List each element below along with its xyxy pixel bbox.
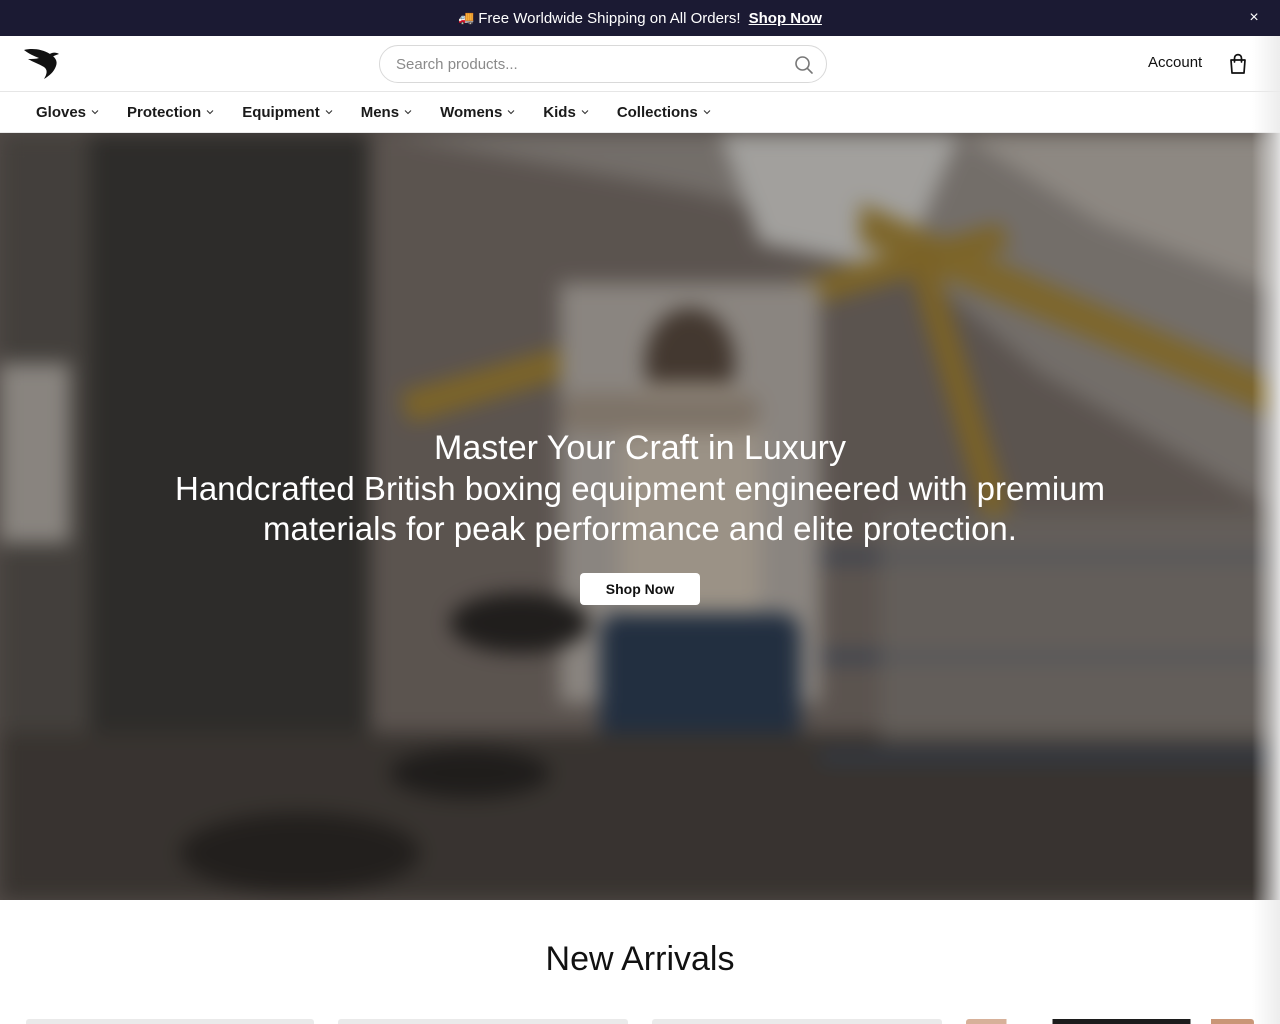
hero-shop-now-button[interactable]: Shop Now: [580, 573, 700, 605]
hero-subtitle: Handcrafted British boxing equipment eng…: [174, 470, 1105, 547]
product-card[interactable]: [338, 1019, 628, 1024]
nav-item-label: Equipment: [242, 103, 320, 121]
search-bar: [379, 45, 827, 83]
hero-title: Master Your Craft in Luxury: [434, 429, 846, 467]
shopping-bag-icon[interactable]: [1228, 53, 1248, 75]
nav-item-label: Collections: [616, 103, 698, 121]
product-card[interactable]: [652, 1019, 942, 1024]
chevron-down-icon: [507, 110, 515, 115]
nav-item-label: Gloves: [36, 103, 87, 121]
nav-item-kids[interactable]: Kids: [543, 104, 589, 121]
product-card[interactable]: [26, 1019, 314, 1024]
nav-item-womens[interactable]: Womens: [440, 104, 515, 121]
bird-logo-icon[interactable]: [22, 46, 60, 82]
nav-item-protection[interactable]: Protection: [127, 104, 214, 121]
account-link[interactable]: Account: [1148, 54, 1202, 71]
chevron-down-icon: [206, 110, 214, 115]
announcement-shop-now-link[interactable]: Shop Now: [749, 10, 822, 27]
truck-icon: 🚚: [458, 10, 475, 25]
nav-item-collections[interactable]: Collections: [617, 104, 711, 121]
nav-item-label: Protection: [127, 103, 202, 121]
nav-item-gloves[interactable]: Gloves: [36, 104, 99, 121]
search-icon[interactable]: [794, 55, 814, 75]
announcement-text: Free Worldwide Shipping on All Orders!: [478, 9, 741, 27]
nav-item-label: Womens: [440, 103, 503, 121]
chevron-down-icon: [581, 110, 589, 115]
product-card[interactable]: [966, 1019, 1254, 1024]
nav-item-equipment[interactable]: Equipment: [242, 104, 333, 121]
close-icon[interactable]: ×: [1244, 8, 1264, 28]
nav-item-label: Kids: [543, 103, 576, 121]
announcement-bar: 🚚 Free Worldwide Shipping on All Orders!…: [0, 0, 1280, 36]
nav-item-mens[interactable]: Mens: [361, 104, 412, 121]
chevron-down-icon: [325, 110, 333, 115]
main-nav: Gloves Protection Equipment Mens Womens …: [0, 92, 1280, 133]
chevron-down-icon: [91, 110, 99, 115]
site-header: Account: [0, 36, 1280, 92]
new-arrivals-heading: New Arrivals: [545, 940, 735, 978]
hero-banner: Master Your Craft in Luxury Handcrafted …: [0, 133, 1280, 900]
nav-item-label: Mens: [360, 103, 400, 121]
chevron-down-icon: [404, 110, 412, 115]
search-input[interactable]: [396, 54, 776, 74]
chevron-down-icon: [703, 110, 711, 115]
